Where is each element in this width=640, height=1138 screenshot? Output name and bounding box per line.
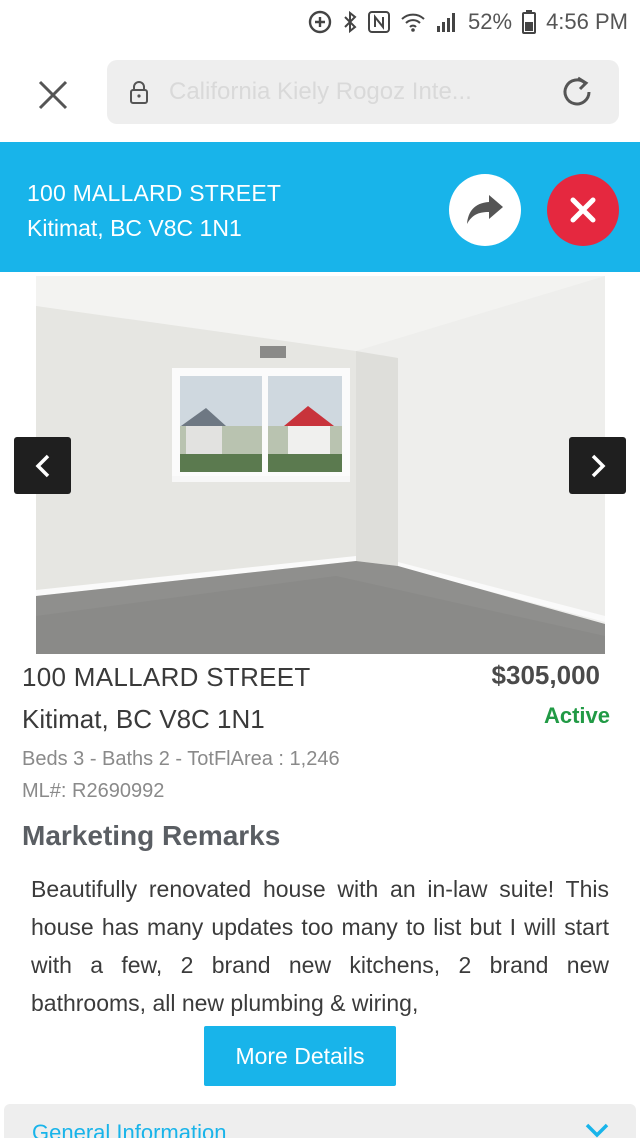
- close-tab-button[interactable]: [30, 72, 76, 118]
- listing-price: $305,000: [491, 660, 600, 690]
- signal-icon: [436, 10, 458, 34]
- listing-specs: Beds 3 - Baths 2 - TotFlArea : 1,246: [22, 748, 340, 770]
- previous-photo-button[interactable]: [14, 437, 71, 494]
- battery-icon: [522, 10, 537, 34]
- close-icon: [38, 80, 68, 110]
- listing-mls: ML#: R2690992: [22, 780, 164, 803]
- chevron-right-icon: [591, 454, 605, 477]
- mls-number: R2690992: [72, 780, 165, 802]
- general-information-label: General Information: [32, 1120, 227, 1138]
- remarks-heading: Marketing Remarks: [22, 820, 281, 851]
- room-photo: [36, 276, 605, 654]
- listing-photo[interactable]: [36, 276, 605, 654]
- chevron-down-icon: [584, 1122, 610, 1138]
- url-text: California Kiely Rogoz Inte...: [169, 78, 472, 105]
- header-address-line2: Kitimat, BC V8C 1N1: [27, 215, 242, 241]
- dismiss-button[interactable]: [547, 174, 619, 246]
- wifi-icon: [400, 10, 426, 34]
- header-address-line1: 100 MALLARD STREET: [27, 180, 282, 206]
- clock: 4:56 PM: [546, 9, 628, 34]
- close-icon: [570, 197, 596, 223]
- general-information-section[interactable]: General Information: [4, 1104, 636, 1138]
- more-details-button[interactable]: More Details: [204, 1026, 396, 1086]
- status-badge: Active: [543, 703, 610, 728]
- status-bar: 52% 4:56 PM: [0, 0, 640, 44]
- add-circle-icon: [308, 10, 332, 34]
- listing-city: Kitimat, BC V8C 1N1: [22, 704, 265, 734]
- listing-header: 100 MALLARD STREET Kitimat, BC V8C 1N1: [0, 142, 640, 272]
- lock-icon: [129, 80, 149, 109]
- browser-toolbar: California Kiely Rogoz Inte...: [0, 44, 640, 140]
- battery-percent: 52%: [468, 9, 513, 34]
- nfc-icon: [368, 10, 391, 34]
- share-button[interactable]: [449, 174, 521, 246]
- listing-street: 100 MALLARD STREET: [22, 662, 311, 692]
- bluetooth-icon: [342, 10, 358, 34]
- chevron-left-icon: [35, 454, 49, 477]
- reload-icon[interactable]: [559, 74, 595, 110]
- url-bar[interactable]: California Kiely Rogoz Inte...: [107, 60, 619, 124]
- share-arrow-icon: [467, 195, 503, 224]
- next-photo-button[interactable]: [569, 437, 626, 494]
- remarks-text: Beautifully renovated house with an in-l…: [31, 876, 609, 1016]
- mls-label: ML#:: [22, 780, 67, 802]
